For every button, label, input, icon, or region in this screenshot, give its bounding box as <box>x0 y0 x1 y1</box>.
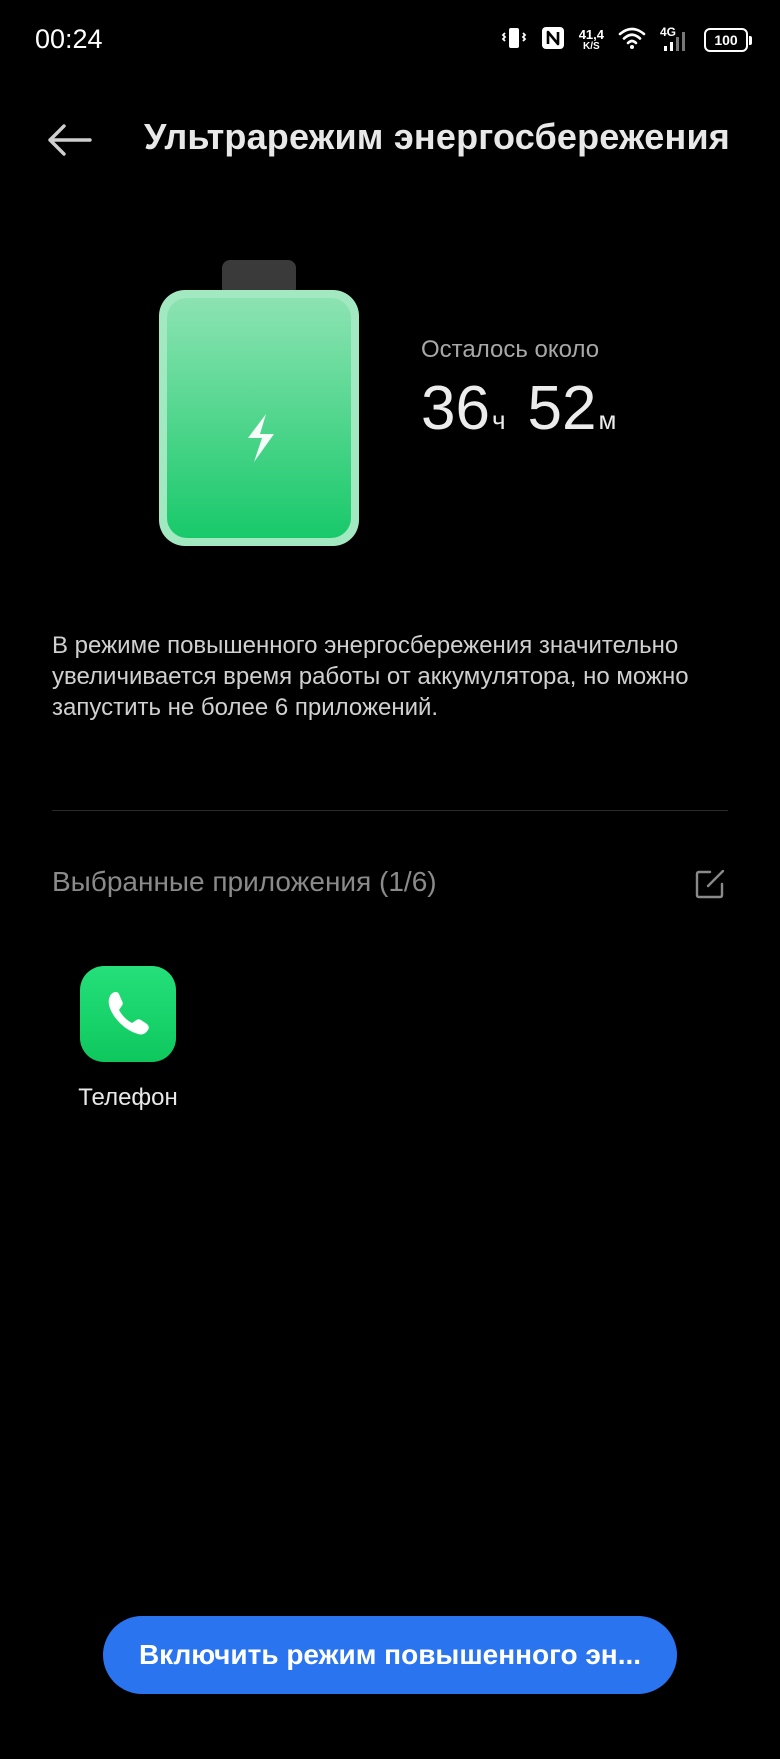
header: Ультрарежим энергосбережения <box>0 100 780 180</box>
status-time: 00:24 <box>35 24 103 54</box>
phone-icon <box>108 992 149 1035</box>
hours-unit: ч <box>491 405 506 435</box>
edit-apps-button[interactable] <box>692 866 728 902</box>
remaining-time: Осталось около 36 ч 52 м <box>421 336 638 440</box>
battery-level: 100 <box>714 32 738 48</box>
status-icons: 41,4 K/S 4G 100 <box>501 22 752 58</box>
remaining-minutes: 52 <box>527 374 597 443</box>
edit-icon <box>695 869 725 899</box>
phone-app-icon <box>80 966 176 1062</box>
selected-apps-title: Выбранные приложения (1/6) <box>52 866 437 897</box>
divider <box>52 810 728 811</box>
page-title: Ультрарежим энергосбережения <box>144 116 730 157</box>
status-bar: 00:24 41,4 K/S 4G 100 <box>0 0 780 80</box>
battery-illustration <box>156 250 362 550</box>
remaining-label: Осталось около <box>421 336 600 363</box>
mode-description: В режиме повышенного энергосбережения зн… <box>52 632 689 721</box>
vibrate-icon <box>501 25 527 56</box>
battery-icon: 100 <box>704 28 752 52</box>
selected-apps-header: Выбранные приложения (1/6) <box>52 866 728 906</box>
remaining-hours: 36 <box>421 374 490 443</box>
net-speed-unit: K/S <box>583 41 600 52</box>
remaining-value: 36 ч 52 м <box>421 378 638 440</box>
wifi-icon <box>618 26 646 55</box>
app-label: Телефон <box>78 1084 178 1111</box>
battery-hero: Осталось около 36 ч 52 м <box>0 240 780 560</box>
ultra-power-saving-screen: 00:24 41,4 K/S 4G 100 Ультрарежим энерго… <box>0 0 780 1759</box>
minutes-unit: м <box>598 405 617 435</box>
back-button[interactable] <box>44 118 94 162</box>
signal-icon: 4G <box>660 25 690 53</box>
net-speed-indicator: 41,4 K/S <box>579 28 604 52</box>
enable-ultra-saving-button[interactable]: Включить режим повышенного эн... <box>103 1616 677 1694</box>
net-speed-value: 41,4 <box>578 27 604 42</box>
app-tile-phone[interactable]: Телефон <box>68 966 188 1112</box>
nfc-icon <box>541 26 565 55</box>
arrow-left-icon <box>48 124 92 156</box>
